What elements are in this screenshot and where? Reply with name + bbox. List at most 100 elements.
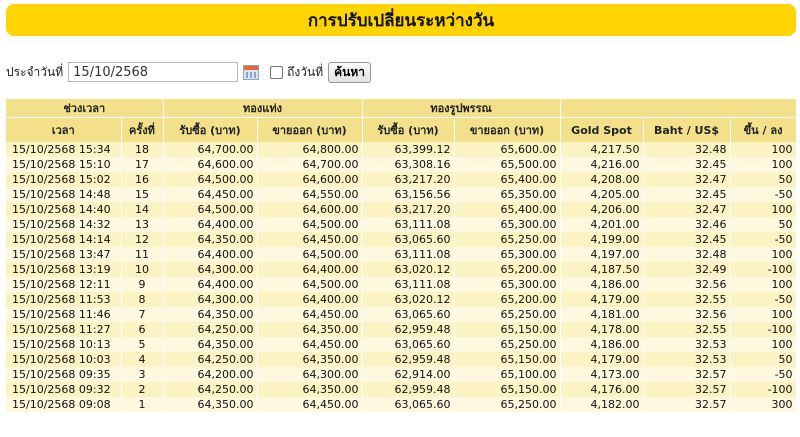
- cell-change: -100: [730, 322, 797, 337]
- cell-ornament-sell: 65,150.00: [454, 352, 561, 367]
- cell-time: 15/10/2568 10:03: [6, 352, 122, 367]
- cell-bar-sell: 64,800.00: [257, 142, 363, 157]
- cell-baht-usd: 32.47: [643, 202, 731, 217]
- cell-time: 15/10/2568 11:46: [6, 307, 122, 322]
- cell-gold-spot: 4,178.00: [560, 322, 644, 337]
- table-row: 15/10/2568 14:40 14 64,500.00 64,600.00 63,2…: [6, 202, 797, 217]
- date-filter-bar: ประจำวันที่ ถึงวันที่ ค้นหา: [6, 60, 372, 84]
- cell-ornament-sell: 65,250.00: [454, 307, 561, 322]
- cell-round: 5: [121, 337, 164, 352]
- cell-change: 50: [730, 172, 797, 187]
- cell-gold-spot: 4,181.00: [560, 307, 644, 322]
- to-date-label: ถึงวันที่: [287, 64, 324, 79]
- table-row: 15/10/2568 09:08 1 64,350.00 64,450.00 63,06…: [6, 397, 797, 412]
- cell-bar-sell: 64,400.00: [257, 262, 363, 277]
- header-baht-usd: Baht / US$: [643, 117, 731, 142]
- cell-baht-usd: 32.57: [643, 397, 731, 412]
- cell-bar-sell: 64,450.00: [257, 232, 363, 247]
- cell-bar-buy: 64,250.00: [163, 352, 258, 367]
- cell-round: 3: [121, 367, 164, 382]
- cell-ornament-buy: 63,020.12: [362, 292, 455, 307]
- cell-bar-buy: 64,600.00: [163, 157, 258, 172]
- cell-gold-spot: 4,199.00: [560, 232, 644, 247]
- cell-baht-usd: 32.48: [643, 142, 731, 157]
- cell-baht-usd: 32.53: [643, 337, 731, 352]
- cell-gold-spot: 4,197.00: [560, 247, 644, 262]
- table-row: 15/10/2568 12:11 9 64,400.00 64,500.00 63,11…: [6, 277, 797, 292]
- table-row: 15/10/2568 15:02 16 64,500.00 64,600.00 63,2…: [6, 172, 797, 187]
- cell-bar-sell: 64,450.00: [257, 397, 363, 412]
- cell-ornament-buy: 63,111.08: [362, 277, 455, 292]
- header-group-ornament: ทองรูปพรรณ: [362, 99, 561, 118]
- table-row: 15/10/2568 10:03 4 64,250.00 64,350.00 62,95…: [6, 352, 797, 367]
- cell-bar-sell: 64,450.00: [257, 307, 363, 322]
- cell-change: -50: [730, 232, 797, 247]
- cell-bar-buy: 64,300.00: [163, 292, 258, 307]
- cell-gold-spot: 4,205.00: [560, 187, 644, 202]
- cell-bar-buy: 64,250.00: [163, 382, 258, 397]
- cell-round: 2: [121, 382, 164, 397]
- cell-ornament-sell: 65,400.00: [454, 172, 561, 187]
- cell-bar-buy: 64,350.00: [163, 397, 258, 412]
- table-row: 15/10/2568 14:14 12 64,350.00 64,450.00 63,0…: [6, 232, 797, 247]
- cell-ornament-sell: 65,350.00: [454, 187, 561, 202]
- cell-bar-buy: 64,200.00: [163, 367, 258, 382]
- cell-gold-spot: 4,201.00: [560, 217, 644, 232]
- cell-gold-spot: 4,206.00: [560, 202, 644, 217]
- cell-baht-usd: 32.48: [643, 247, 731, 262]
- cell-baht-usd: 32.45: [643, 232, 731, 247]
- date-input[interactable]: [68, 62, 239, 82]
- cell-ornament-buy: 62,959.48: [362, 382, 455, 397]
- cell-gold-spot: 4,216.00: [560, 157, 644, 172]
- cell-ornament-sell: 65,250.00: [454, 337, 561, 352]
- cell-baht-usd: 32.46: [643, 217, 731, 232]
- cell-round: 10: [121, 262, 164, 277]
- cell-ornament-sell: 65,250.00: [454, 232, 561, 247]
- cell-bar-buy: 64,350.00: [163, 232, 258, 247]
- date-label: ประจำวันที่: [6, 64, 64, 79]
- cell-bar-sell: 64,600.00: [257, 172, 363, 187]
- cell-ornament-sell: 65,400.00: [454, 202, 561, 217]
- table-row: 15/10/2568 15:34 18 64,700.00 64,800.00 63,3…: [6, 142, 797, 157]
- header-group-row: ช่วงเวลา ทองแท่ง ทองรูปพรรณ: [6, 99, 797, 118]
- cell-bar-buy: 64,700.00: [163, 142, 258, 157]
- cell-baht-usd: 32.56: [643, 277, 731, 292]
- cell-bar-buy: 64,500.00: [163, 202, 258, 217]
- cell-bar-sell: 64,500.00: [257, 277, 363, 292]
- cell-time: 15/10/2568 10:13: [6, 337, 122, 352]
- cell-change: 100: [730, 202, 797, 217]
- cell-round: 4: [121, 352, 164, 367]
- cell-ornament-buy: 63,111.08: [362, 217, 455, 232]
- cell-round: 9: [121, 277, 164, 292]
- cell-time: 15/10/2568 15:34: [6, 142, 122, 157]
- cell-bar-buy: 64,400.00: [163, 247, 258, 262]
- title-banner: การปรับเปลี่ยนระหว่างวัน: [6, 4, 796, 36]
- cell-baht-usd: 32.47: [643, 172, 731, 187]
- cell-bar-sell: 64,400.00: [257, 292, 363, 307]
- cell-ornament-buy: 63,111.08: [362, 247, 455, 262]
- cell-time: 15/10/2568 14:40: [6, 202, 122, 217]
- table-row: 15/10/2568 11:27 6 64,250.00 64,350.00 62,95…: [6, 322, 797, 337]
- cell-bar-sell: 64,450.00: [257, 337, 363, 352]
- cell-bar-sell: 64,550.00: [257, 187, 363, 202]
- cell-ornament-buy: 63,065.60: [362, 307, 455, 322]
- table-row: 15/10/2568 10:13 5 64,350.00 64,450.00 63,06…: [6, 337, 797, 352]
- cell-ornament-sell: 65,300.00: [454, 277, 561, 292]
- calendar-icon[interactable]: [243, 64, 260, 80]
- cell-baht-usd: 32.53: [643, 352, 731, 367]
- cell-ornament-sell: 65,250.00: [454, 397, 561, 412]
- cell-bar-buy: 64,500.00: [163, 172, 258, 187]
- cell-bar-sell: 64,700.00: [257, 157, 363, 172]
- cell-bar-buy: 64,400.00: [163, 277, 258, 292]
- cell-gold-spot: 4,182.00: [560, 397, 644, 412]
- cell-ornament-buy: 63,399.12: [362, 142, 455, 157]
- search-button[interactable]: ค้นหา: [328, 61, 372, 83]
- cell-ornament-buy: 63,020.12: [362, 262, 455, 277]
- cell-ornament-buy: 63,065.60: [362, 397, 455, 412]
- cell-ornament-buy: 63,065.60: [362, 232, 455, 247]
- to-date-checkbox[interactable]: [270, 65, 284, 79]
- cell-time: 15/10/2568 09:32: [6, 382, 122, 397]
- cell-ornament-buy: 62,914.00: [362, 367, 455, 382]
- price-change-table: ช่วงเวลา ทองแท่ง ทองรูปพรรณ เวลา ครั้งที…: [6, 99, 797, 412]
- cell-baht-usd: 32.57: [643, 382, 731, 397]
